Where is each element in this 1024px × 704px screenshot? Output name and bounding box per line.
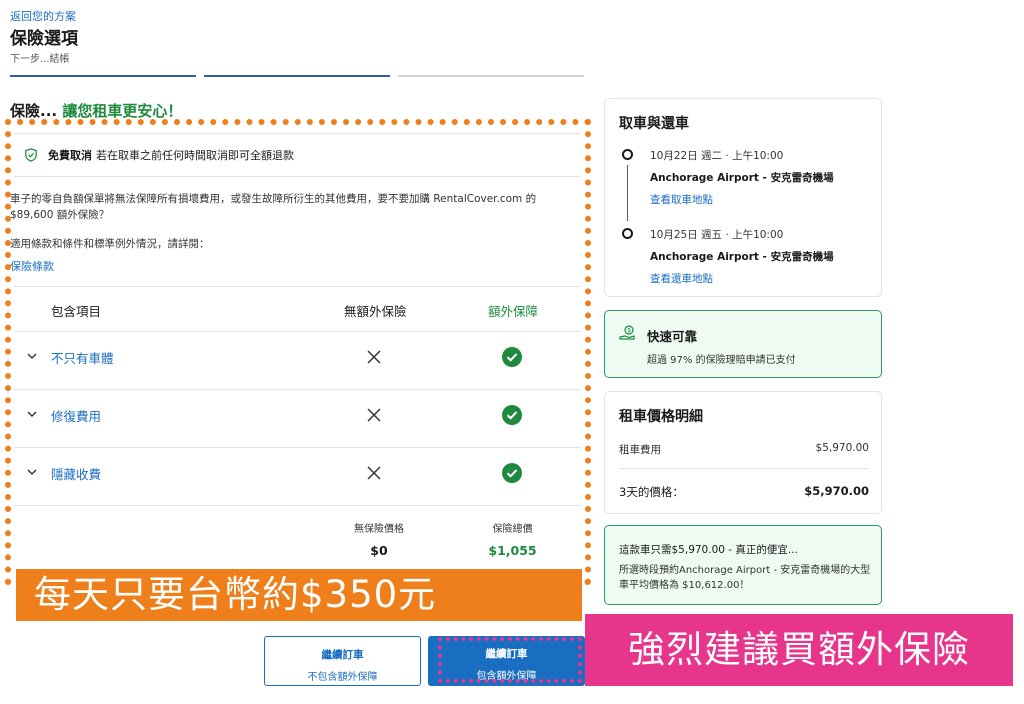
total-label: 3天的價格： <box>619 485 684 499</box>
deal-detail: 所選時段預約Anchorage Airport - 安克雷奇機場的大型車平均價格… <box>619 565 871 591</box>
dropoff-location: Anchorage Airport - 安克雷奇機場 <box>650 251 834 263</box>
dropoff-date: 10月25日 週五 · 上午10:00 <box>650 229 784 241</box>
view-pickup-location-link[interactable]: 查看取車地點 <box>650 192 713 207</box>
timeline-line <box>627 165 628 221</box>
rental-fee-value: $5,970.00 <box>815 442 869 454</box>
rental-fee-label: 租車費用 <box>619 444 661 456</box>
continue-without-cover-subtitle: 不包含額外保障 <box>307 672 378 683</box>
pickup-location: Anchorage Airport - 安克雷奇機場 <box>650 172 834 184</box>
progress-step-3 <box>398 75 584 77</box>
deal-card: 這款車只需$5,970.00 - 真正的便宜... 所選時段預約Anchorag… <box>604 525 882 605</box>
progress-step-2 <box>204 75 390 77</box>
back-to-plans-link[interactable]: 返回您的方案 <box>10 8 76 24</box>
price-breakdown-card: 租車價格明細 租車費用 $5,970.00 3天的價格： $5,970.00 <box>604 391 882 514</box>
deal-headline: 這款車只需$5,970.00 - 真正的便宜... <box>619 544 798 556</box>
pickup-dropoff-card: 取車與還車 10月22日 週二 · 上午10:00 Anchorage Airp… <box>604 98 882 297</box>
heading-highlight: 讓您租車更安心！ <box>62 102 183 120</box>
svg-text:$: $ <box>627 327 631 334</box>
heading-prefix: 保險... <box>10 102 63 120</box>
section-heading: 保險... 讓您租車更安心！ <box>10 100 182 121</box>
page-subtitle: 下一步...結帳 <box>10 54 70 65</box>
timeline-dot-icon <box>622 149 633 160</box>
fast-reliable-text: 超過 97% 的保險理賠申請已支付 <box>647 355 796 366</box>
page-title: 保險選項 <box>10 29 78 49</box>
divider <box>619 468 869 469</box>
total-value: $5,970.00 <box>804 484 869 498</box>
money-hand-icon: $ <box>619 325 635 340</box>
pink-annotation-banner: 強烈建議買額外保險 <box>585 614 1013 686</box>
continue-without-cover-button[interactable]: 繼續訂車 不包含額外保障 <box>264 636 421 686</box>
view-dropoff-location-link[interactable]: 查看還車地點 <box>650 271 713 286</box>
continue-without-cover-title: 繼續訂車 <box>321 649 364 661</box>
timeline-dot-icon <box>622 228 633 239</box>
pink-dotted-highlight <box>438 637 582 683</box>
fast-reliable-title: 快速可靠 <box>647 329 698 344</box>
orange-dotted-highlight <box>5 119 591 585</box>
pickup-date: 10月22日 週二 · 上午10:00 <box>650 150 784 162</box>
fast-reliable-card: $ 快速可靠 超過 97% 的保險理賠申請已支付 <box>604 310 882 378</box>
pickup-dropoff-title: 取車與還車 <box>619 116 689 132</box>
progress-step-1 <box>10 75 196 77</box>
orange-annotation-banner: 每天只要台幣約$350元 <box>16 569 582 621</box>
price-breakdown-title: 租車價格明細 <box>619 409 703 425</box>
